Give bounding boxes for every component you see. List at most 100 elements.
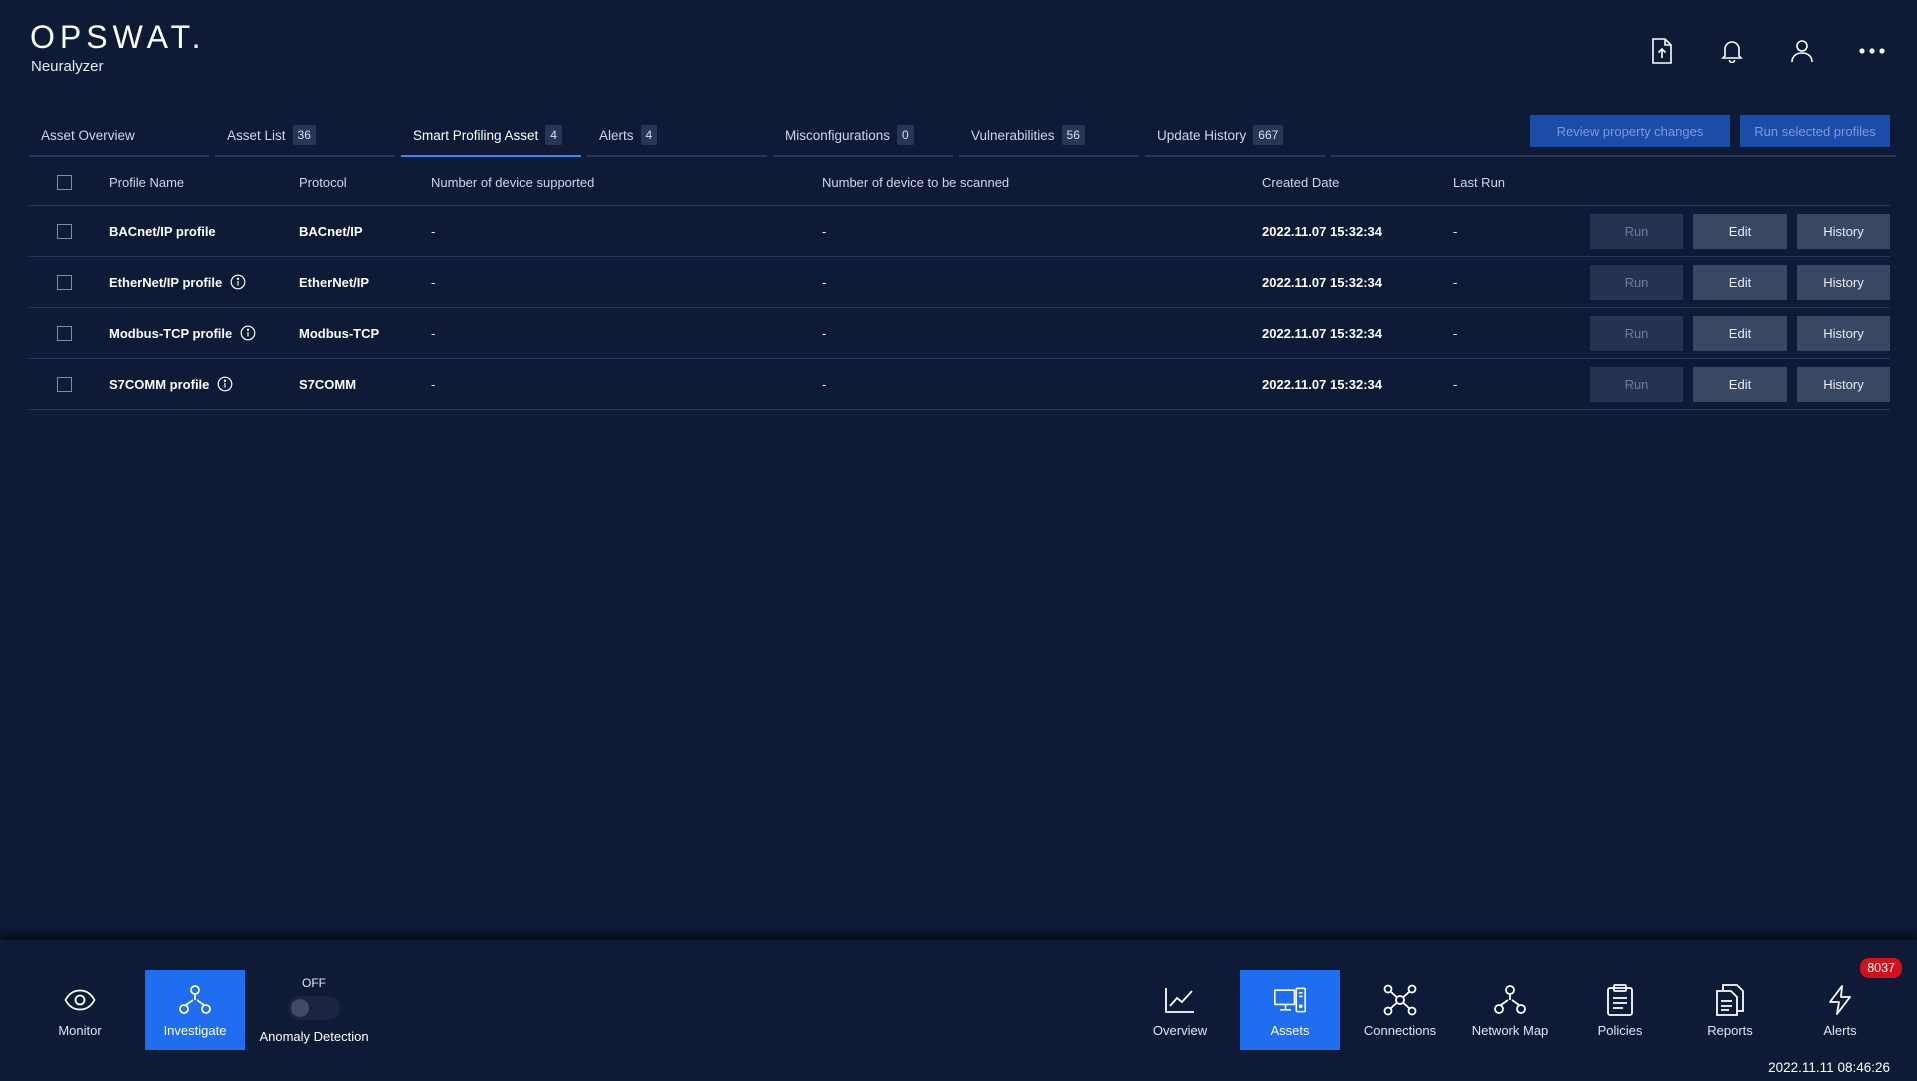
count-badge: 0 — [897, 125, 914, 145]
edit-button[interactable]: Edit — [1693, 366, 1787, 402]
devices-to-scan: - — [822, 274, 827, 290]
tab-label: Update History — [1157, 127, 1247, 143]
count-badge: 667 — [1253, 125, 1284, 145]
line-chart-icon — [1163, 983, 1197, 1017]
profile-name: BACnet/IP profile — [109, 223, 216, 239]
tab-label: Asset Overview — [41, 127, 135, 143]
profile-actions: Review property changes Run selected pro… — [1530, 115, 1890, 147]
nav-label: Alerts — [1823, 1022, 1857, 1038]
nav-assets[interactable]: Assets — [1240, 970, 1340, 1050]
last-run: - — [1453, 223, 1458, 239]
nav-label: Connections — [1363, 1022, 1437, 1038]
eye-icon — [63, 983, 97, 1017]
created-date: 2022.11.07 15:32:34 — [1262, 274, 1382, 290]
history-button[interactable]: History — [1797, 213, 1890, 249]
nav-overview[interactable]: Overview — [1130, 970, 1230, 1050]
col-number-scanned: Number of device to be scanned — [822, 175, 1010, 190]
tab-vulnerabilities[interactable]: Vulnerabilities 56 — [959, 115, 1139, 157]
info-icon[interactable] — [217, 376, 233, 392]
header-actions — [1645, 34, 1889, 68]
run-selected-profiles-button[interactable]: Run selected profiles — [1740, 115, 1890, 147]
devices-to-scan: - — [822, 325, 827, 341]
count-badge: 4 — [640, 125, 658, 145]
edit-button[interactable]: Edit — [1693, 264, 1787, 300]
nav-alerts[interactable]: Alerts — [1790, 970, 1890, 1050]
count-badge: 36 — [292, 125, 316, 145]
edit-button[interactable]: Edit — [1693, 315, 1787, 351]
select-all-checkbox[interactable] — [57, 175, 72, 190]
row-checkbox[interactable] — [57, 223, 72, 239]
run-button[interactable]: Run — [1590, 213, 1683, 249]
run-button[interactable]: Run — [1590, 264, 1683, 300]
nav-label: Monitor — [58, 1022, 102, 1038]
profile-name: EtherNet/IP profile — [109, 274, 223, 290]
col-profile-name: Profile Name — [109, 175, 185, 190]
profile-name: S7COMM profile — [109, 376, 210, 392]
run-button[interactable]: Run — [1590, 315, 1683, 351]
toggle-label: Anomaly Detection — [259, 1029, 369, 1044]
tab-smart-profiling-asset[interactable]: Smart Profiling Asset 4 — [401, 115, 581, 157]
created-date: 2022.11.07 15:32:34 — [1262, 325, 1382, 341]
nav-reports[interactable]: Reports — [1680, 970, 1780, 1050]
devices-supported: - — [431, 376, 436, 392]
nav-investigate[interactable]: Investigate — [145, 970, 245, 1050]
edit-button[interactable]: Edit — [1693, 213, 1787, 249]
count-badge: 56 — [1061, 125, 1085, 145]
documents-icon — [1713, 983, 1747, 1017]
history-button[interactable]: History — [1797, 366, 1890, 402]
nav-monitor[interactable]: Monitor — [30, 970, 130, 1050]
tab-alerts[interactable]: Alerts 4 — [587, 115, 767, 157]
nav-policies[interactable]: Policies — [1570, 970, 1670, 1050]
nav-label: Overview — [1152, 1022, 1208, 1038]
table-header: Profile Name Protocol Number of device s… — [29, 160, 1890, 206]
row-checkbox[interactable] — [57, 376, 72, 392]
devices-to-scan: - — [822, 376, 827, 392]
logo: OPSWAT. Neuralyzer — [30, 20, 205, 75]
last-run: - — [1453, 376, 1458, 392]
product-name: Neuralyzer — [31, 58, 104, 75]
bottom-nav: Monitor Investigate OFF Anomaly Detectio… — [0, 940, 1917, 1081]
protocol: Modbus-TCP — [299, 325, 380, 341]
review-property-changes-button[interactable]: Review property changes — [1530, 115, 1730, 147]
devices-icon — [1273, 983, 1307, 1017]
nav-connections[interactable]: Connections — [1350, 970, 1450, 1050]
info-icon[interactable] — [230, 274, 246, 290]
devices-supported: - — [431, 223, 436, 239]
created-date: 2022.11.07 15:32:34 — [1262, 376, 1382, 392]
history-button[interactable]: History — [1797, 264, 1890, 300]
row-checkbox[interactable] — [57, 325, 72, 341]
last-run: - — [1453, 325, 1458, 341]
tab-asset-overview[interactable]: Asset Overview — [29, 115, 209, 157]
nav-network-map[interactable]: Network Map — [1460, 970, 1560, 1050]
history-button[interactable]: History — [1797, 315, 1890, 351]
tab-label: Vulnerabilities — [971, 127, 1055, 143]
protocol: EtherNet/IP — [299, 274, 370, 290]
info-icon[interactable] — [240, 325, 256, 341]
row-checkbox[interactable] — [57, 274, 72, 290]
tab-update-history[interactable]: Update History 667 — [1145, 115, 1325, 157]
user-icon[interactable] — [1785, 34, 1819, 68]
toggle-state: OFF — [302, 976, 326, 990]
nav-label: Assets — [1270, 1022, 1310, 1038]
bell-icon[interactable] — [1715, 34, 1749, 68]
tab-misconfigurations[interactable]: Misconfigurations 0 — [773, 115, 953, 157]
protocol: BACnet/IP — [299, 223, 363, 239]
run-button[interactable]: Run — [1590, 366, 1683, 402]
tab-label: Alerts — [599, 127, 634, 143]
toggle-knob — [291, 999, 309, 1017]
devices-to-scan: - — [822, 223, 827, 239]
tab-asset-list[interactable]: Asset List 36 — [215, 115, 395, 157]
more-icon[interactable] — [1855, 34, 1889, 68]
anomaly-detection-toggle[interactable] — [288, 996, 340, 1020]
last-run: - — [1453, 274, 1458, 290]
upload-file-icon[interactable] — [1645, 34, 1679, 68]
nav-label: Reports — [1707, 1022, 1753, 1038]
profiles-table: Profile Name Protocol Number of device s… — [29, 160, 1890, 410]
col-protocol: Protocol — [299, 175, 347, 190]
network-map-icon — [1493, 983, 1527, 1017]
nav-label: Policies — [1597, 1022, 1643, 1038]
profile-name: Modbus-TCP profile — [109, 325, 233, 341]
devices-supported: - — [431, 325, 436, 341]
tab-label: Misconfigurations — [785, 127, 891, 143]
col-created-date: Created Date — [1262, 175, 1340, 190]
